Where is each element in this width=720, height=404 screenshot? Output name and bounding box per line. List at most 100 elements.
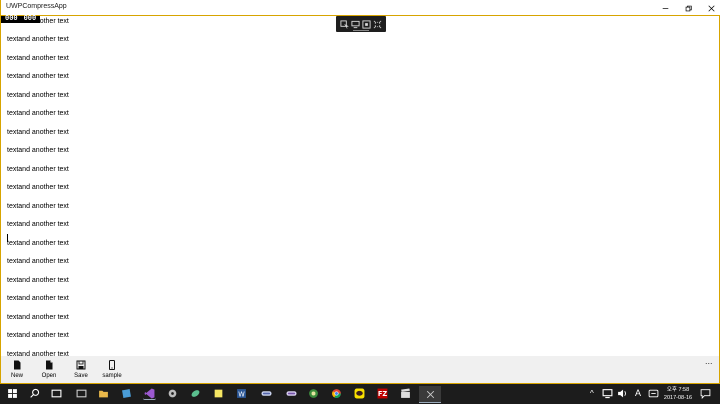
display-layout-icon[interactable]: [351, 20, 360, 29]
window-title: UWPCompressApp: [6, 3, 67, 10]
more-button[interactable]: ...: [705, 356, 713, 366]
taskbar-word[interactable]: W: [235, 387, 248, 400]
word-icon: W: [237, 389, 246, 398]
task-view-icon: [51, 389, 62, 398]
clapperboard-icon: [401, 388, 410, 398]
save-button[interactable]: Save: [66, 360, 96, 379]
document-line: textand another text: [7, 92, 69, 99]
taskbar-movie-maker[interactable]: [399, 387, 412, 400]
adorners-icon[interactable]: [373, 20, 382, 29]
taskbar-kakaotalk[interactable]: [353, 387, 366, 400]
document-line: textand another text: [7, 221, 69, 228]
taskbar-app-6[interactable]: [189, 387, 202, 400]
keyboard-layout-button[interactable]: [648, 388, 659, 399]
svg-text:W: W: [238, 390, 245, 398]
app-pill-icon: [285, 391, 297, 396]
taskbar-app-9[interactable]: [258, 387, 274, 400]
taskbar-chrome[interactable]: [330, 387, 343, 400]
taskbar: W FZ ^ A 오후 7:58 2017-08-16: [0, 384, 720, 404]
search-icon: [30, 388, 40, 398]
open-document-icon: [46, 360, 53, 370]
toolbar-collapse-handle[interactable]: [353, 30, 369, 31]
frame-rate-counter: 000 000: [1, 15, 41, 23]
text-caret: [7, 234, 8, 242]
task-view-button[interactable]: [50, 387, 63, 400]
app-window-icon: [76, 389, 87, 398]
visual-studio-icon: [144, 388, 155, 398]
app-window: UWPCompressApp textand another texttexta…: [0, 0, 720, 384]
taskbar-app-11[interactable]: [307, 387, 320, 400]
taskbar-uwp-compress-app[interactable]: [419, 386, 441, 403]
taskbar-file-explorer[interactable]: [97, 387, 110, 400]
document-line: textand another text: [7, 166, 69, 173]
open-button[interactable]: Open: [34, 360, 64, 379]
taskbar-sticky-notes[interactable]: [212, 387, 225, 400]
store-icon: [122, 389, 131, 398]
keyboard-layout-icon: [648, 389, 659, 398]
new-button-label: New: [10, 373, 23, 379]
windows-logo-icon: [8, 389, 17, 398]
document-line: textand another text: [7, 314, 69, 321]
sticky-note-icon: [214, 389, 223, 398]
minimize-icon: [662, 7, 668, 9]
show-hidden-icons-button[interactable]: ^: [590, 389, 594, 398]
svg-text:FZ: FZ: [378, 390, 388, 398]
network-icon: [602, 389, 613, 399]
chat-bubble-icon: [354, 388, 365, 399]
taskbar-app-10[interactable]: [283, 387, 299, 400]
app-cog-icon: [168, 389, 177, 398]
track-focus-icon[interactable]: [362, 19, 371, 29]
document-line: textand another text: [7, 184, 69, 191]
taskbar-app-3[interactable]: [120, 387, 133, 400]
title-bar[interactable]: UWPCompressApp: [1, 0, 720, 16]
fps-left-value: 000: [5, 15, 18, 23]
document-line: textand another text: [7, 129, 69, 136]
new-document-icon: [14, 360, 21, 370]
taskbar-app-5[interactable]: [166, 387, 179, 400]
document-line: textand another text: [7, 203, 69, 210]
search-button[interactable]: [28, 387, 41, 400]
taskbar-app-1[interactable]: [75, 387, 88, 400]
taskbar-visual-studio[interactable]: [143, 387, 156, 400]
close-icon: [707, 4, 715, 12]
volume-button[interactable]: [617, 388, 628, 399]
restore-icon: [685, 5, 692, 11]
document-line: textand another text: [7, 295, 69, 302]
document-line: textand another text: [7, 240, 69, 247]
filezilla-icon: FZ: [377, 388, 388, 399]
command-bar: New Open Save sample ...: [0, 356, 720, 384]
fps-right-value: 000: [23, 15, 37, 23]
open-button-label: Open: [41, 373, 57, 379]
app-leaf-icon: [191, 390, 200, 397]
document-line: textand another text: [7, 332, 69, 339]
ime-indicator[interactable]: A: [635, 388, 641, 398]
document-line: textand another text: [7, 147, 69, 154]
app-x-icon: [426, 390, 434, 398]
document-line: textand another text: [7, 36, 69, 43]
sample-button-label: sample: [102, 373, 122, 379]
document-line: textand another text: [7, 73, 69, 80]
taskbar-filezilla[interactable]: FZ: [376, 387, 389, 400]
action-center-button[interactable]: [700, 388, 711, 399]
system-clock[interactable]: 오후 7:58 2017-08-16: [662, 386, 694, 402]
phone-icon: [109, 360, 115, 370]
text-editor[interactable]: textand another text textand another text…: [2, 16, 720, 356]
chrome-icon: [332, 389, 341, 398]
select-element-icon[interactable]: [340, 19, 349, 29]
new-button[interactable]: New: [2, 360, 32, 379]
document-line: textand another text: [7, 110, 69, 117]
save-icon: [76, 360, 86, 370]
document-line: textand another text: [7, 55, 69, 62]
speaker-icon: [618, 389, 626, 398]
start-button[interactable]: [6, 387, 19, 400]
folder-icon: [99, 390, 108, 398]
document-line: textand another text: [7, 258, 69, 265]
network-button[interactable]: [602, 388, 613, 399]
app-pill-icon: [260, 391, 272, 396]
clock-date: 2017-08-16: [663, 395, 693, 401]
document-line: textand another text: [7, 277, 69, 284]
clock-time: 오후 7:58: [666, 387, 690, 393]
sample-button[interactable]: sample: [97, 360, 127, 379]
save-button-label: Save: [74, 373, 88, 379]
close-button[interactable]: [697, 0, 720, 16]
